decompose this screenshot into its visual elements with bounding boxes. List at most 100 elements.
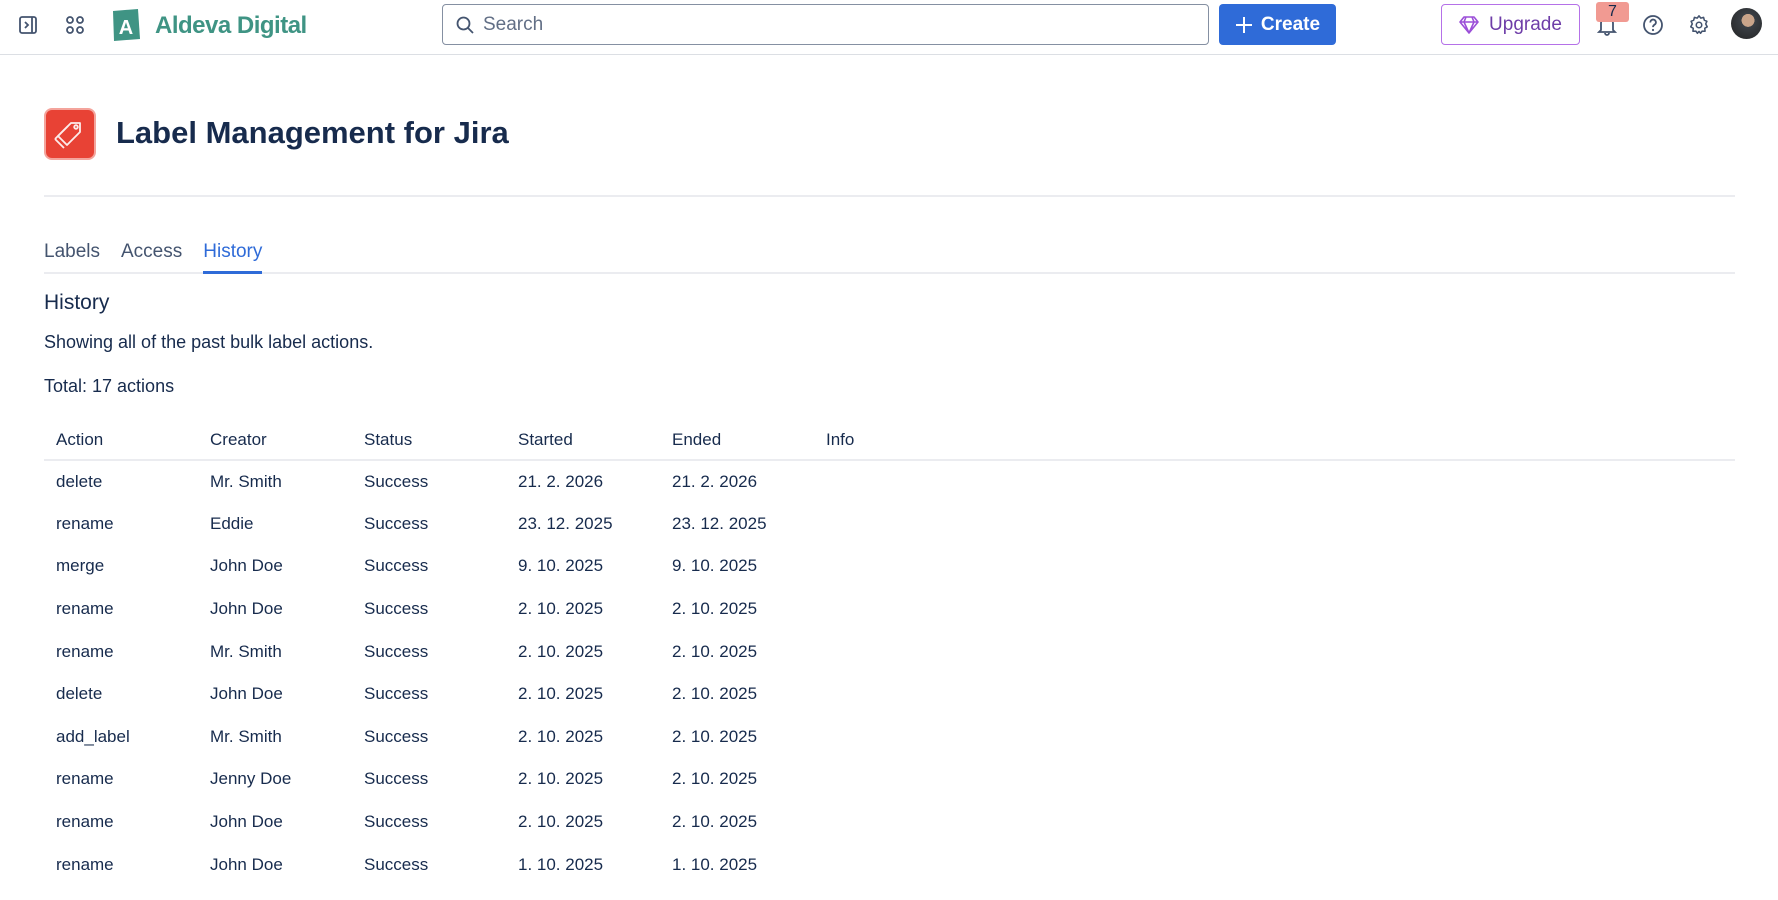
table-row: rename Mr. Smith Success 2. 10. 2025 2. 10. … [44,630,1735,673]
cell-info [814,588,1735,631]
cell-status: Success [364,854,429,874]
column-header-status: Status [352,420,506,461]
create-button[interactable]: Create [1219,4,1336,45]
tabs-divider [44,272,1735,274]
app-tag-icon [44,108,96,160]
cell-action: rename [56,812,114,832]
table-row: rename Eddie Success 23. 12. 2025 23. 12. 20… [44,503,1735,546]
tab-history[interactable]: History [203,241,263,274]
table-header-row: Action Creator Status Started Ended Info [44,420,1735,461]
search-icon [456,16,474,34]
settings-gear-icon[interactable] [1687,13,1710,36]
cell-creator: Mr. Smith [210,641,282,661]
cell-action: rename [56,854,114,874]
cell-info [814,716,1735,759]
table-row: rename John Doe Success 2. 10. 2025 2. 10. 2… [44,588,1735,631]
column-header-info: Info [814,420,1735,461]
cell-action: delete [56,684,103,704]
sidebar-toggle-icon[interactable] [17,14,39,36]
cell-started: 2. 10. 2025 [518,684,604,704]
app-switcher-icon[interactable] [64,14,86,36]
cell-action: rename [56,513,114,533]
diamond-icon [1459,15,1479,34]
cell-action: merge [56,556,105,576]
cell-started: 2. 10. 2025 [518,812,604,832]
cell-info [814,503,1735,546]
table-row: merge John Doe Success 9. 10. 2025 9. 10. 20… [44,545,1735,588]
help-icon[interactable] [1641,13,1664,36]
cell-ended: 9. 10. 2025 [672,556,758,576]
cell-ended: 21. 2. 2026 [672,471,758,491]
user-avatar[interactable] [1731,8,1762,39]
cell-creator: Mr. Smith [210,726,282,746]
svg-text:A: A [119,17,133,39]
cell-status: Success [364,684,429,704]
cell-ended: 2. 10. 2025 [672,769,758,789]
table-row: delete Mr. Smith Success 21. 2. 2026 21. 2. … [44,460,1735,503]
cell-started: 2. 10. 2025 [518,641,604,661]
cell-status: Success [364,599,429,619]
cell-ended: 2. 10. 2025 [672,726,758,746]
cell-ended: 23. 12. 2025 [672,513,767,533]
cell-action: rename [56,599,114,619]
cell-info [814,460,1735,503]
page-title: Label Management for Jira [116,115,509,150]
tab-labels[interactable]: Labels [44,241,100,274]
cell-action: add_label [56,726,130,746]
brand-logo-icon[interactable]: A [110,8,142,42]
cell-ended: 2. 10. 2025 [672,599,758,619]
search-input[interactable]: Search [442,4,1209,45]
cell-status: Success [364,641,429,661]
history-table: Action Creator Status Started Ended Info… [44,420,1735,886]
cell-started: 21. 2. 2026 [518,471,604,491]
cell-creator: John Doe [210,854,283,874]
column-header-started: Started [506,420,660,461]
tab-list: Labels Access History [44,241,263,274]
cell-creator: John Doe [210,812,283,832]
cell-info [814,843,1735,886]
cell-info [814,630,1735,673]
cell-action: rename [56,641,114,661]
cell-status: Success [364,726,429,746]
search-placeholder: Search [483,13,544,35]
cell-creator: John Doe [210,599,283,619]
section-heading: History [44,291,110,314]
table-row: add_label Mr. Smith Success 2. 10. 2025 2. 1… [44,716,1735,759]
cell-started: 1. 10. 2025 [518,854,604,874]
column-header-ended: Ended [660,420,814,461]
cell-info [814,801,1735,844]
brand-name[interactable]: Aldeva Digital [155,12,307,40]
cell-status: Success [364,812,429,832]
cell-status: Success [364,556,429,576]
top-navigation: A Aldeva Digital Search Create Upgrade 7 [0,0,1778,55]
table-row: delete John Doe Success 2. 10. 2025 2. 10. 2… [44,673,1735,716]
create-label: Create [1260,13,1321,35]
total-count: Total: 17 actions [44,376,175,396]
table-row: rename John Doe Success 2. 10. 2025 2. 10. 2… [44,801,1735,844]
section-description: Showing all of the past bulk label actio… [44,332,374,352]
upgrade-button[interactable]: Upgrade [1441,4,1580,45]
cell-started: 2. 10. 2025 [518,599,604,619]
table-row: rename John Doe Success 1. 10. 2025 1. 10. 2… [44,843,1735,886]
cell-creator: Jenny Doe [210,769,292,789]
cell-started: 2. 10. 2025 [518,769,604,789]
cell-action: rename [56,769,114,789]
tab-access[interactable]: Access [121,241,182,274]
column-header-creator: Creator [198,420,352,461]
cell-ended: 1. 10. 2025 [672,854,758,874]
plus-icon [1235,16,1252,33]
cell-action: delete [56,471,103,491]
notification-count-badge: 7 [1596,2,1629,22]
cell-info [814,545,1735,588]
cell-started: 23. 12. 2025 [518,513,613,533]
cell-started: 2. 10. 2025 [518,726,604,746]
header-divider [44,195,1735,197]
cell-info [814,758,1735,801]
cell-creator: Mr. Smith [210,471,282,491]
upgrade-label: Upgrade [1489,13,1562,35]
cell-status: Success [364,513,429,533]
column-header-action: Action [44,420,198,461]
cell-ended: 2. 10. 2025 [672,684,758,704]
cell-status: Success [364,471,429,491]
table-row: rename Jenny Doe Success 2. 10. 2025 2. 10. … [44,758,1735,801]
